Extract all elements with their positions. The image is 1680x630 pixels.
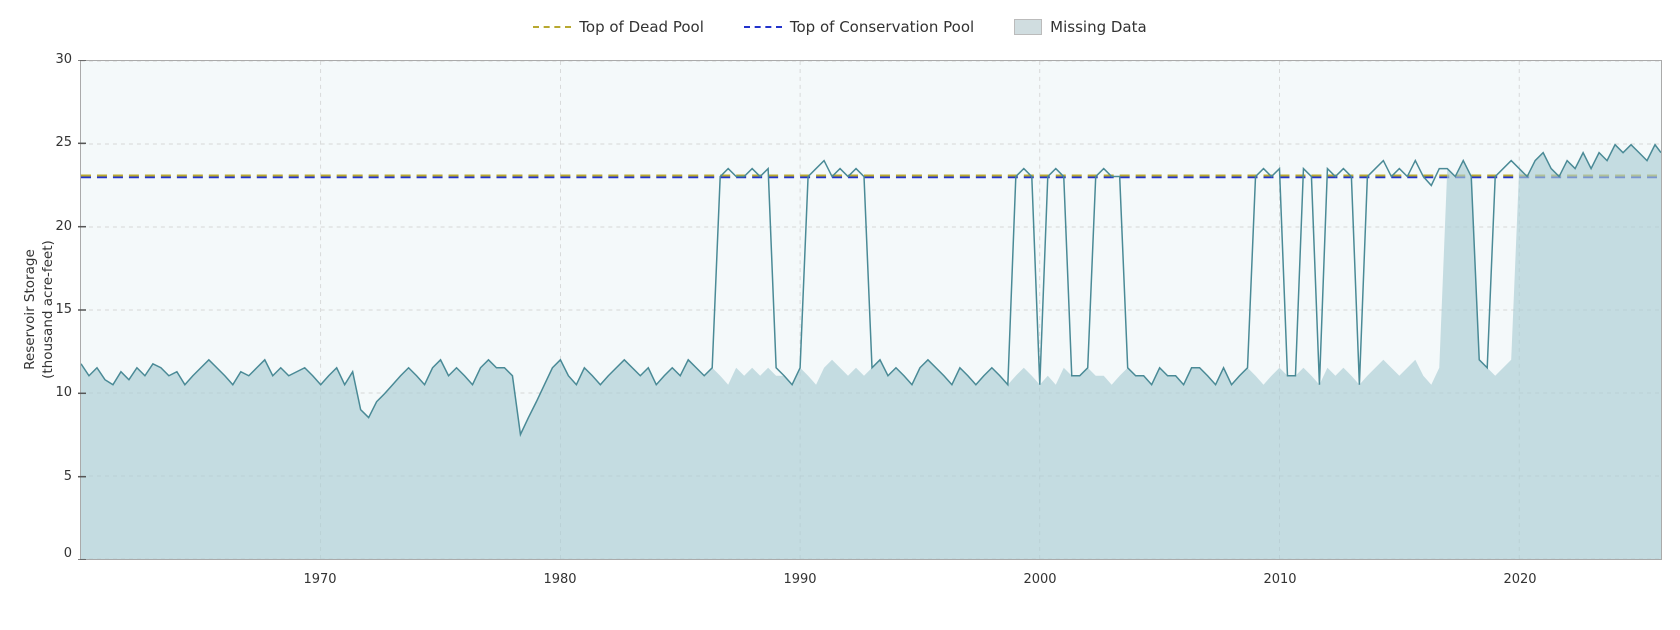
chart-legend: Top of Dead Pool Top of Conservation Poo… — [0, 0, 1680, 44]
y-tick-0: 0 — [64, 546, 72, 561]
y-tick-5: 5 — [64, 469, 72, 484]
y-tick-20: 20 — [55, 219, 72, 234]
y-tick-25: 25 — [55, 135, 72, 150]
x-axis-labels: 1970 1980 1990 2000 2010 2020 — [80, 572, 1662, 602]
dead-pool-line-icon — [533, 26, 571, 28]
y-tick-10: 10 — [55, 385, 72, 400]
conservation-pool-line-icon — [744, 26, 782, 28]
y-axis-labels: 30 25 20 15 10 5 0 — [38, 60, 80, 560]
chart-plot-area — [80, 60, 1662, 560]
y-tick-15: 15 — [55, 302, 72, 317]
x-tick-1980: 1980 — [538, 572, 582, 587]
legend-dead-pool: Top of Dead Pool — [533, 18, 704, 36]
legend-conservation-pool: Top of Conservation Pool — [744, 18, 974, 36]
x-tick-2000: 2000 — [1018, 572, 1062, 587]
y-tick-30: 30 — [55, 52, 72, 67]
x-tick-2010: 2010 — [1258, 572, 1302, 587]
conservation-pool-label: Top of Conservation Pool — [790, 18, 974, 36]
missing-data-box-icon — [1014, 19, 1042, 35]
x-tick-1990: 1990 — [778, 572, 822, 587]
legend-missing-data: Missing Data — [1014, 18, 1147, 36]
x-tick-2020: 2020 — [1498, 572, 1542, 587]
dead-pool-label: Top of Dead Pool — [579, 18, 704, 36]
chart-svg — [81, 61, 1661, 559]
x-tick-1970: 1970 — [298, 572, 342, 587]
missing-data-label: Missing Data — [1050, 18, 1147, 36]
chart-container: Top of Dead Pool Top of Conservation Poo… — [0, 0, 1680, 630]
